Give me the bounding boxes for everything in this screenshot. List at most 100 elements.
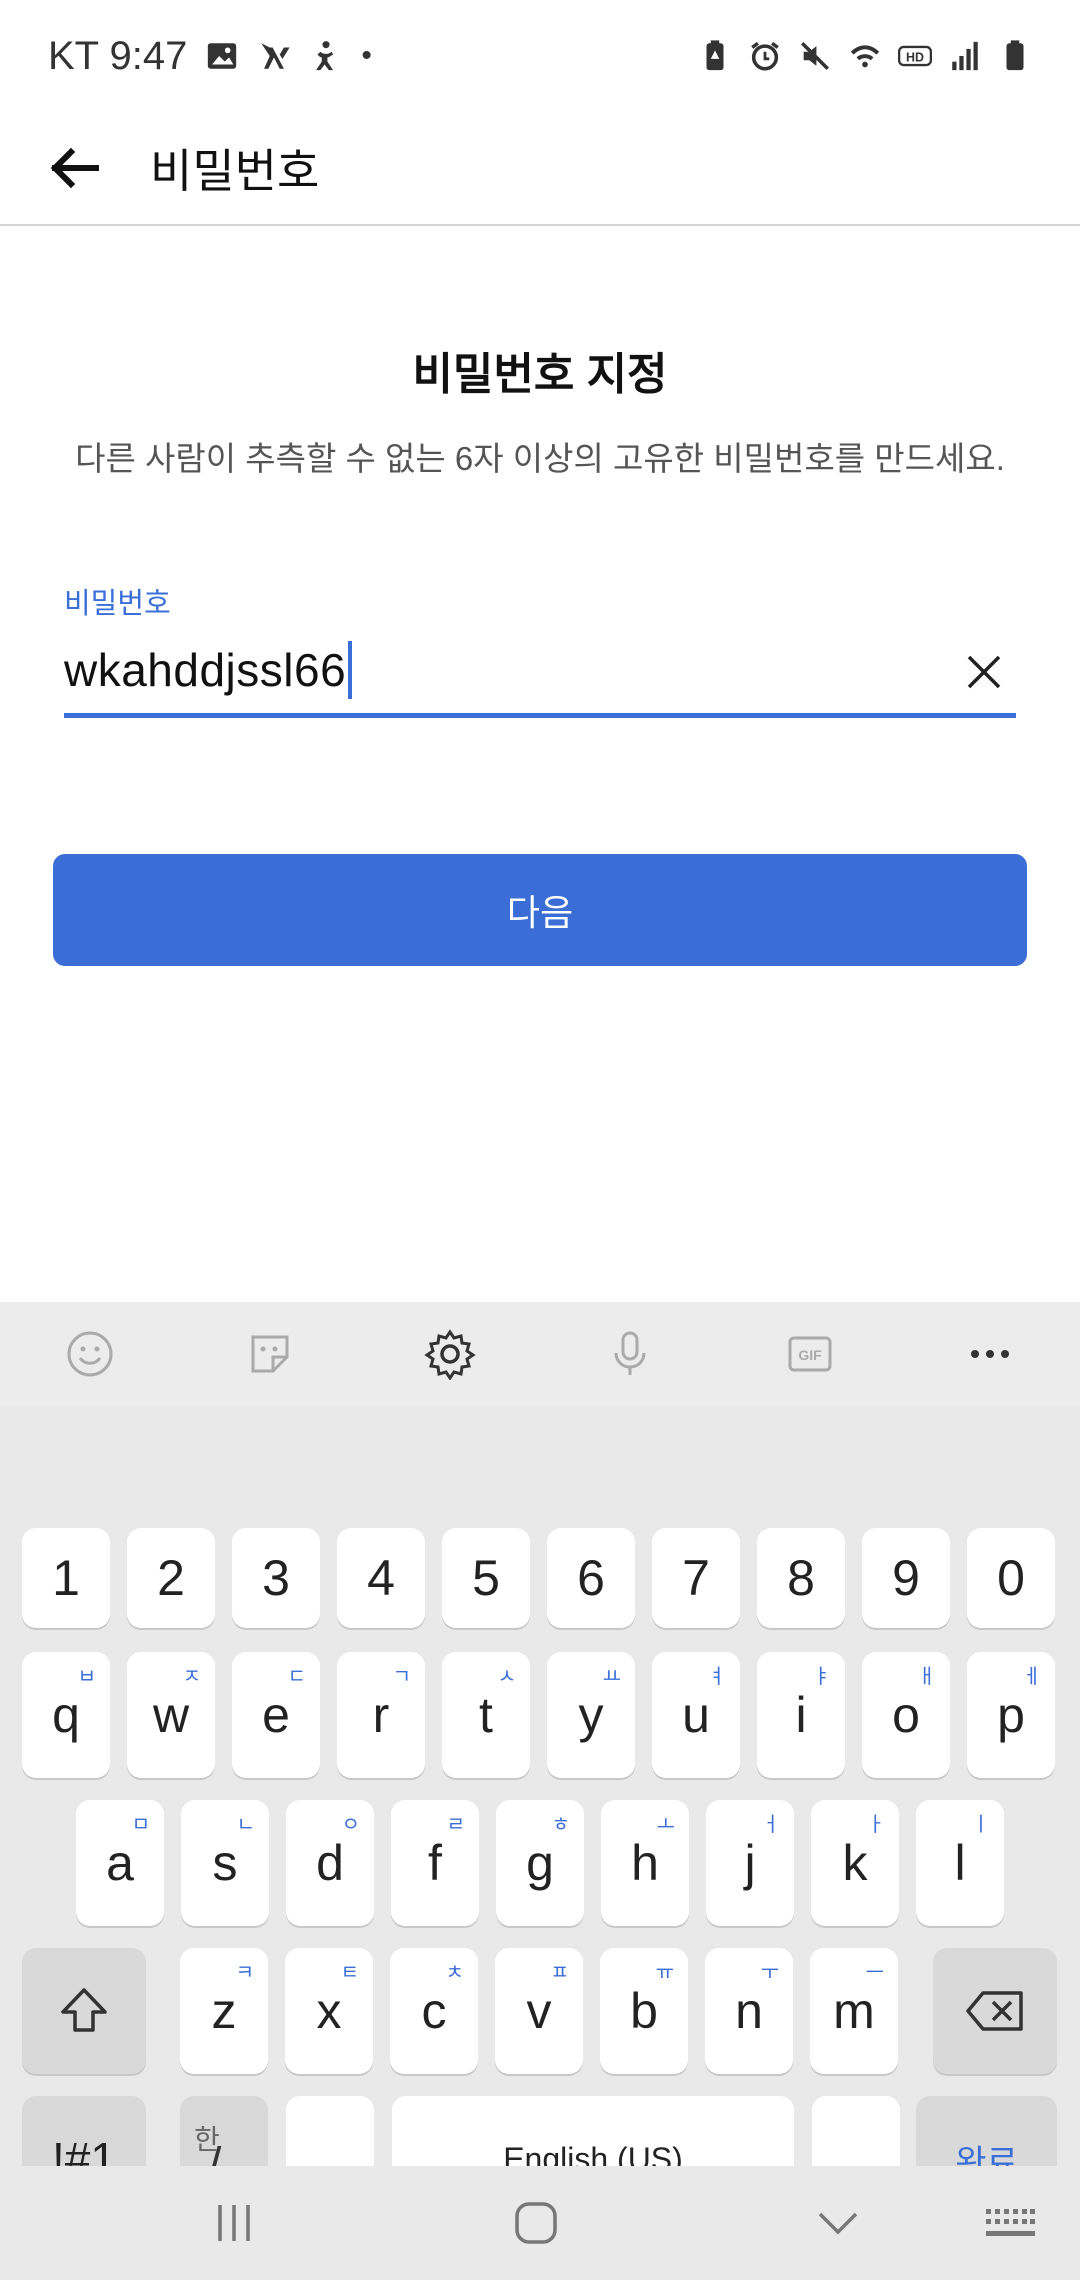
key-label: j bbox=[744, 1835, 756, 1891]
key-d[interactable]: dㅇ bbox=[286, 1800, 374, 1926]
key-4[interactable]: 4 bbox=[337, 1528, 425, 1628]
keyboard-keys: !#1 한 / 영 , English (US) . 완료 1234567890… bbox=[0, 1406, 1080, 2280]
recent-apps-button[interactable] bbox=[184, 2173, 284, 2273]
recent-apps-icon bbox=[218, 2205, 250, 2241]
key-label: e bbox=[262, 1687, 290, 1743]
key-hangul-hint: ㅎ bbox=[551, 1814, 570, 1836]
key-k[interactable]: kㅏ bbox=[811, 1800, 899, 1926]
key-label: w bbox=[152, 1687, 190, 1743]
key-1[interactable]: 1 bbox=[22, 1528, 110, 1628]
password-input-value[interactable]: wkahddjssl66 bbox=[64, 643, 346, 697]
keyboard-switch-button[interactable] bbox=[960, 2173, 1060, 2273]
key-q[interactable]: qㅂ bbox=[22, 1652, 110, 1778]
gif-icon: GIF bbox=[788, 1336, 832, 1372]
gear-icon bbox=[424, 1329, 476, 1380]
password-field-label: 비밀번호 bbox=[64, 588, 171, 620]
key-hangul-hint: ㄱ bbox=[392, 1666, 411, 1688]
key-n[interactable]: nㅜ bbox=[705, 1948, 793, 2074]
key-l[interactable]: lㅣ bbox=[916, 1800, 1004, 1926]
key-o[interactable]: oㅐ bbox=[862, 1652, 950, 1778]
key-r[interactable]: rㄱ bbox=[337, 1652, 425, 1778]
home-button[interactable] bbox=[486, 2173, 586, 2273]
key-x[interactable]: xㅌ bbox=[285, 1948, 373, 2074]
key-6[interactable]: 6 bbox=[547, 1528, 635, 1628]
key-hangul-hint: ㅡ bbox=[865, 1962, 884, 1984]
key-c[interactable]: cㅊ bbox=[390, 1948, 478, 2074]
password-field[interactable]: wkahddjssl66 bbox=[64, 626, 1016, 718]
key-2[interactable]: 2 bbox=[127, 1528, 215, 1628]
sticker-button[interactable] bbox=[230, 1314, 310, 1394]
page-description: 다른 사람이 추측할 수 없는 6자 이상의 고유한 비밀번호를 만드세요. bbox=[75, 440, 1005, 477]
gif-button[interactable]: GIF bbox=[770, 1314, 850, 1394]
key-h[interactable]: hㅗ bbox=[601, 1800, 689, 1926]
key-9[interactable]: 9 bbox=[862, 1528, 950, 1628]
more-options-button[interactable] bbox=[950, 1314, 1030, 1394]
notification-dot-icon: • bbox=[361, 39, 372, 72]
key-7[interactable]: 7 bbox=[652, 1528, 740, 1628]
more-horizontal-icon bbox=[971, 1350, 1009, 1358]
key-hangul-hint: ㄷ bbox=[287, 1666, 306, 1688]
key-v[interactable]: vㅍ bbox=[495, 1948, 583, 2074]
key-w[interactable]: wㅈ bbox=[127, 1652, 215, 1778]
chevron-down-icon bbox=[818, 2212, 858, 2235]
key-hangul-hint: ㅁ bbox=[131, 1814, 150, 1836]
key-s[interactable]: sㄴ bbox=[181, 1800, 269, 1926]
key-label: r bbox=[372, 1687, 390, 1743]
status-bar: KT 9:47 • HD bbox=[0, 0, 1080, 112]
key-z[interactable]: zㅋ bbox=[180, 1948, 268, 2074]
key-p[interactable]: pㅔ bbox=[967, 1652, 1055, 1778]
hide-keyboard-button[interactable] bbox=[788, 2173, 888, 2273]
back-button[interactable] bbox=[0, 111, 150, 225]
clear-text-button[interactable] bbox=[952, 640, 1016, 704]
key-hangul-hint: ㅣ bbox=[971, 1814, 990, 1836]
signal-icon bbox=[948, 39, 982, 73]
key-8[interactable]: 8 bbox=[757, 1528, 845, 1628]
key-f[interactable]: fㄹ bbox=[391, 1800, 479, 1926]
key-label: 5 bbox=[472, 1550, 500, 1606]
key-label: h bbox=[631, 1835, 659, 1891]
status-right: HD bbox=[698, 39, 1032, 73]
key-3[interactable]: 3 bbox=[232, 1528, 320, 1628]
key-a[interactable]: aㅁ bbox=[76, 1800, 164, 1926]
emoji-button[interactable] bbox=[50, 1314, 130, 1394]
key-hangul-hint: ㅛ bbox=[602, 1666, 621, 1688]
shift-key[interactable] bbox=[22, 1948, 146, 2074]
next-button[interactable]: 다음 bbox=[53, 854, 1027, 966]
key-b[interactable]: bㅠ bbox=[600, 1948, 688, 2074]
key-e[interactable]: eㄷ bbox=[232, 1652, 320, 1778]
key-hangul-hint: ㄹ bbox=[446, 1814, 465, 1836]
shift-icon bbox=[61, 1988, 107, 2032]
key-label: k bbox=[842, 1835, 868, 1891]
key-j[interactable]: jㅓ bbox=[706, 1800, 794, 1926]
key-hangul-hint: ㅠ bbox=[655, 1962, 674, 1984]
key-hangul-hint: ㅐ bbox=[917, 1666, 936, 1688]
key-y[interactable]: yㅛ bbox=[547, 1652, 635, 1778]
carrier-time: KT 9:47 bbox=[48, 33, 188, 78]
key-label: 6 bbox=[577, 1550, 605, 1606]
key-label: s bbox=[212, 1835, 238, 1891]
key-hangul-hint: ㅗ bbox=[656, 1814, 675, 1836]
navigation-bar bbox=[0, 2166, 1080, 2280]
voice-input-button[interactable] bbox=[590, 1314, 670, 1394]
key-label: 2 bbox=[157, 1550, 185, 1606]
battery-saver-icon bbox=[698, 39, 732, 73]
key-label: 0 bbox=[997, 1550, 1025, 1606]
key-u[interactable]: uㅕ bbox=[652, 1652, 740, 1778]
key-m[interactable]: mㅡ bbox=[810, 1948, 898, 2074]
key-t[interactable]: tㅅ bbox=[442, 1652, 530, 1778]
backspace-icon bbox=[966, 1991, 1023, 2031]
keyboard-settings-button[interactable] bbox=[410, 1314, 490, 1394]
key-hangul-hint: ㅔ bbox=[1022, 1666, 1041, 1688]
key-hangul-hint: ㄴ bbox=[236, 1814, 255, 1836]
text-cursor bbox=[348, 640, 353, 699]
close-icon bbox=[967, 655, 1001, 689]
key-i[interactable]: iㅑ bbox=[757, 1652, 845, 1778]
key-hangul-hint: ㅌ bbox=[340, 1962, 359, 1984]
key-label: l bbox=[954, 1835, 966, 1891]
key-5[interactable]: 5 bbox=[442, 1528, 530, 1628]
key-g[interactable]: gㅎ bbox=[496, 1800, 584, 1926]
backspace-key[interactable] bbox=[933, 1948, 1057, 2074]
key-hangul-hint: ㅇ bbox=[341, 1814, 360, 1836]
key-0[interactable]: 0 bbox=[967, 1528, 1055, 1628]
app-bar-title: 비밀번호 bbox=[150, 145, 320, 197]
